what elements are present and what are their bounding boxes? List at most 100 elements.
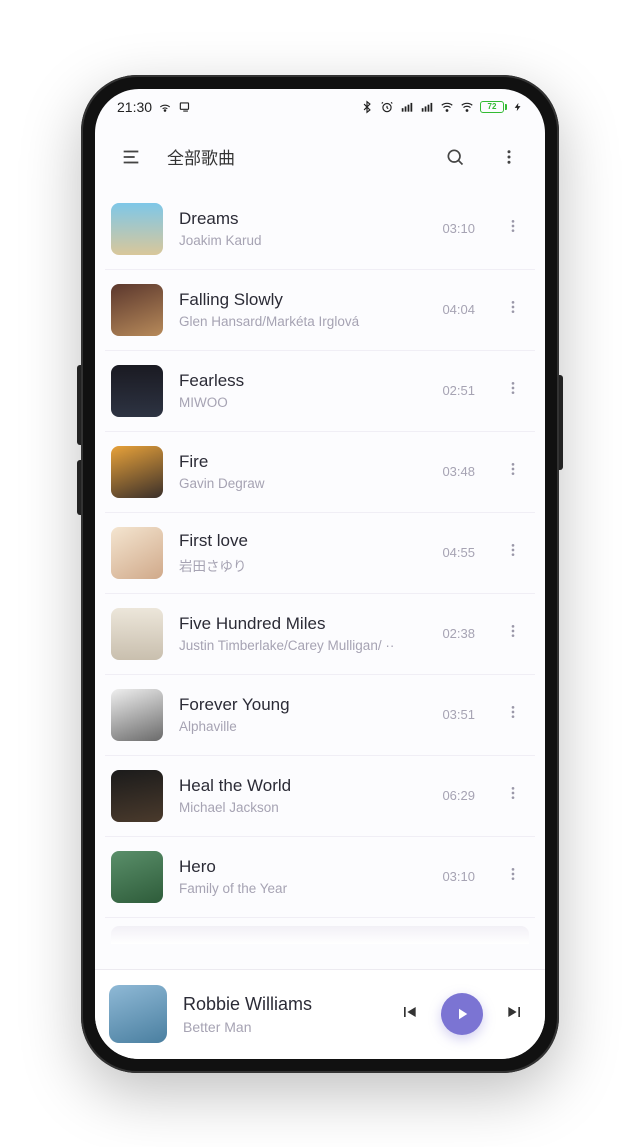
wifi-2-icon: [460, 100, 474, 114]
wifi-1-icon: [440, 100, 454, 114]
screen: 21:30 72 全部歌曲: [95, 89, 545, 1059]
album-cover[interactable]: [111, 446, 163, 498]
song-meta: First love岩田さゆり: [179, 531, 426, 575]
skip-next-icon: [505, 1002, 525, 1022]
song-title: Five Hundred Miles: [179, 614, 426, 634]
partial-next-row: [111, 926, 529, 944]
play-icon: [453, 1005, 471, 1023]
song-meta: Falling Slowly Glen Hansard/Markéta Irglo…: [179, 290, 426, 329]
previous-button[interactable]: [399, 1002, 419, 1027]
song-duration: 03:48: [442, 464, 475, 479]
album-cover[interactable]: [111, 365, 163, 417]
song-duration: 06:29: [442, 788, 475, 803]
song-more-button[interactable]: [499, 536, 527, 569]
page-title: 全部歌曲: [167, 144, 235, 169]
song-artist: Gavin Degraw: [179, 476, 426, 491]
more-vertical-icon: [505, 866, 521, 882]
battery-percent: 72: [488, 102, 497, 111]
song-more-button[interactable]: [499, 698, 527, 731]
song-row[interactable]: Falling Slowly Glen Hansard/Markéta Irglo…: [105, 270, 535, 351]
volume-up-button[interactable]: [77, 365, 81, 445]
album-cover[interactable]: [111, 527, 163, 579]
song-meta: HeroFamily of the Year: [179, 857, 426, 896]
song-more-button[interactable]: [499, 617, 527, 650]
song-row[interactable]: FearlessMIWOO02:51: [105, 351, 535, 432]
status-bar: 21:30 72: [95, 89, 545, 125]
song-row[interactable]: First love岩田さゆり 04:55: [105, 513, 535, 594]
more-vertical-icon: [505, 542, 521, 558]
more-vertical-icon: [505, 380, 521, 396]
now-playing-meta[interactable]: Robbie Williams Better Man: [183, 994, 383, 1035]
song-title: Forever Young: [179, 695, 426, 715]
song-more-button[interactable]: [499, 779, 527, 812]
song-more-button[interactable]: [499, 212, 527, 245]
song-duration: 04:04: [442, 302, 475, 317]
volume-down-button[interactable]: [77, 460, 81, 515]
song-artist: Michael Jackson: [179, 800, 426, 815]
album-cover[interactable]: [111, 203, 163, 255]
song-row[interactable]: HeroFamily of the Year03:10: [105, 837, 535, 918]
more-vertical-icon: [505, 218, 521, 234]
song-duration: 02:38: [442, 626, 475, 641]
song-title: Heal the World: [179, 776, 426, 796]
song-title: Falling Slowly: [179, 290, 426, 310]
signal-2-icon: [420, 100, 434, 114]
search-icon: [445, 147, 465, 167]
album-cover[interactable]: [111, 608, 163, 660]
song-more-button[interactable]: [499, 293, 527, 326]
song-meta: Heal the World Michael Jackson: [179, 776, 426, 815]
song-more-button[interactable]: [499, 860, 527, 893]
more-vertical-icon: [505, 785, 521, 801]
bluetooth-icon: [360, 100, 374, 114]
song-more-button[interactable]: [499, 455, 527, 488]
song-artist: Glen Hansard/Markéta Irglová: [179, 314, 426, 329]
wifi-small-icon: [158, 100, 172, 114]
more-vertical-icon: [505, 704, 521, 720]
skip-previous-icon: [399, 1002, 419, 1022]
song-meta: Forever Young Alphaville: [179, 695, 426, 734]
song-duration: 02:51: [442, 383, 475, 398]
power-button[interactable]: [559, 375, 563, 470]
album-cover[interactable]: [111, 770, 163, 822]
song-meta: Five Hundred Miles Justin Timberlake/Care…: [179, 614, 426, 653]
song-row[interactable]: DreamsJoakim Karud03:10: [105, 189, 535, 270]
play-button[interactable]: [441, 993, 483, 1035]
song-more-button[interactable]: [499, 374, 527, 407]
song-duration: 03:51: [442, 707, 475, 722]
alarm-icon: [380, 100, 394, 114]
more-vertical-icon: [505, 623, 521, 639]
signal-1-icon: [400, 100, 414, 114]
more-vertical-icon: [505, 299, 521, 315]
song-artist: Justin Timberlake/Carey Mulligan/ ··: [179, 638, 426, 653]
song-title: Fire: [179, 452, 426, 472]
next-button[interactable]: [505, 1002, 525, 1027]
now-playing-cover[interactable]: [109, 985, 167, 1043]
song-duration: 03:10: [442, 221, 475, 236]
album-cover[interactable]: [111, 284, 163, 336]
album-cover[interactable]: [111, 851, 163, 903]
song-title: Fearless: [179, 371, 426, 391]
overflow-button[interactable]: [491, 139, 527, 175]
song-row[interactable]: Forever Young Alphaville 03:51: [105, 675, 535, 756]
app-header: 全部歌曲: [95, 125, 545, 189]
song-list[interactable]: DreamsJoakim Karud03:10Falling SlowlyGle…: [95, 189, 545, 969]
now-playing-artist: Better Man: [183, 1019, 383, 1035]
menu-button[interactable]: [113, 139, 149, 175]
song-row[interactable]: Heal the World Michael Jackson 06:29: [105, 756, 535, 837]
status-time: 21:30: [117, 99, 152, 115]
song-row[interactable]: Fire Gavin Degraw 03:48: [105, 432, 535, 513]
song-title: Hero: [179, 857, 426, 877]
song-artist: Joakim Karud: [179, 233, 426, 248]
song-row[interactable]: Five Hundred Miles Justin Timberlake/Care…: [105, 594, 535, 675]
search-button[interactable]: [437, 139, 473, 175]
now-playing-title: Robbie Williams: [183, 994, 383, 1015]
song-duration: 04:55: [442, 545, 475, 560]
cast-icon: [178, 100, 192, 114]
now-playing-bar[interactable]: Robbie Williams Better Man: [95, 969, 545, 1059]
album-cover[interactable]: [111, 689, 163, 741]
battery-indicator: 72: [480, 101, 507, 113]
charging-icon: [513, 100, 523, 114]
song-artist: Alphaville: [179, 719, 426, 734]
song-title: First love: [179, 531, 426, 551]
phone-frame: 21:30 72 全部歌曲: [81, 75, 559, 1073]
